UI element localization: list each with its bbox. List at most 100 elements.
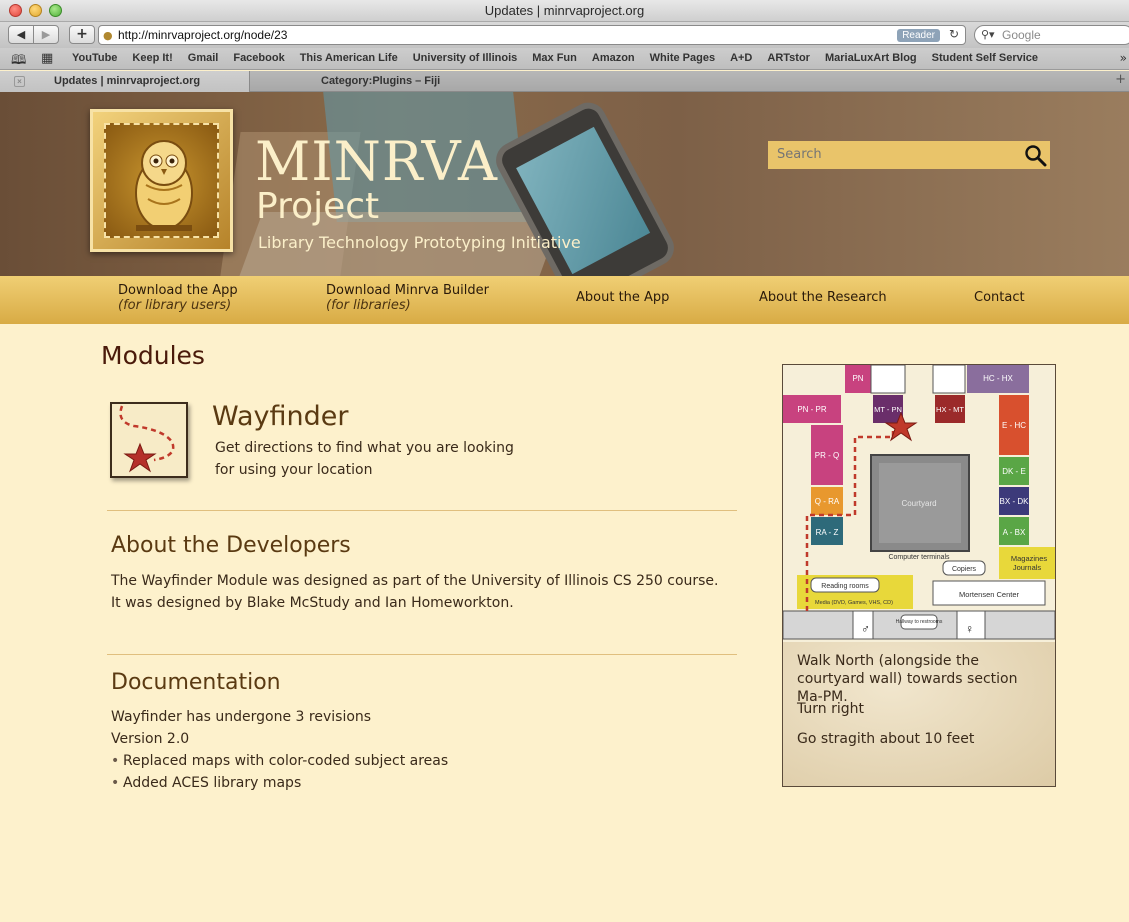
tab-label: Updates | minrvaproject.org [54,75,201,87]
more-bookmarks-icon[interactable]: » [1120,51,1127,65]
nav-sublabel: (for library users) [118,298,232,313]
documentation-bullet: • Added ACES library maps [111,775,302,791]
map-section-label: MT - PN [874,405,902,414]
map-section-label: HC - HX [983,374,1013,383]
directions-panel: Walk North (alongside the courtyard wall… [783,642,1055,786]
top-sites-grid-icon[interactable]: ▦ [41,51,53,66]
bookmark-item[interactable]: Gmail [188,52,219,64]
bookmark-item[interactable]: This American Life [300,52,398,64]
map-section-label: PN - PR [797,405,827,414]
nav-sublabel: (for libraries) [326,298,411,313]
map-section-label: Magazines [1011,554,1048,563]
bookmark-item[interactable]: YouTube [72,52,117,64]
address-bar[interactable]: ● http://minrvaproject.org/node/23 Reade… [98,25,966,45]
back-arrow-icon: ◀ [16,28,26,41]
reading-list-icon[interactable]: 🕮 [11,51,26,73]
map-section-label: HX - MT [936,405,964,414]
tab-bar: × Updates | minrvaproject.org Category:P… [0,71,1129,92]
map-section-label: Q - RA [815,497,840,506]
courtyard-label: Courtyard [901,499,936,508]
bookmark-item[interactable]: ARTstor [767,52,810,64]
bookmark-list: YouTube Keep It! Gmail Facebook This Ame… [72,52,1053,64]
bookmark-item[interactable]: Facebook [233,52,284,64]
mortensen-label: Mortensen Center [959,590,1020,599]
wayfinder-route-icon [119,405,175,473]
wayfinder-thumbnail[interactable] [110,402,188,478]
magnifier-icon: ⚲▾ [981,28,995,41]
nav-download-builder[interactable]: Download Minrva Builder (for libraries) [326,283,489,313]
nav-label: About the Research [759,290,887,305]
reading-rooms-label: Reading rooms [821,583,869,590]
window-title: Updates | minrvaproject.org [484,3,645,18]
hallway-label: Hallway to restrooms [896,619,943,625]
close-tab-icon[interactable]: × [14,76,25,87]
media-label: Media (DVD, Games, VHS, CD) [815,600,893,606]
copiers-label: Copiers [952,566,977,573]
bookmark-item[interactable]: A+D [730,52,752,64]
documentation-heading: Documentation [111,670,281,695]
wayfinder-description: Get directions to find what you are look… [215,440,514,478]
nav-about-app[interactable]: About the App [576,290,669,305]
site-search-box [768,141,1050,169]
tab-plugins-fiji[interactable]: Category:Plugins – Fiji [251,71,501,92]
wayfinder-title[interactable]: Wayfinder [212,401,348,432]
site-header: MINRVA Project Library Technology Protot… [0,92,1129,276]
add-bookmark-button[interactable]: + [69,25,95,44]
library-floor-map: PN HC - HX PN - PR MT - PN HX - MT E - H… [783,365,1055,642]
site-subtitle: Project [256,186,380,227]
bullet-text: Added ACES library maps [123,775,302,791]
reload-icon[interactable]: ↻ [949,27,959,41]
site-logo[interactable] [90,109,233,252]
bookmark-item[interactable]: University of Illinois [413,52,518,64]
map-section-label: PR - Q [815,451,839,460]
documentation-line: Version 2.0 [111,731,190,747]
plus-icon: + [76,26,88,42]
tab-label: Category:Plugins – Fiji [321,75,441,87]
section-divider [107,510,737,511]
map-section-label: A - BX [1003,528,1026,537]
forward-arrow-icon: ▶ [41,28,51,41]
bookmark-item[interactable]: Amazon [592,52,635,64]
forward-button[interactable]: ▶ [33,25,59,44]
bookmark-item[interactable]: Max Fun [532,52,577,64]
nav-contact[interactable]: Contact [974,290,1025,305]
search-icon[interactable] [1023,143,1047,167]
main-nav: Download the App (for library users) Dow… [0,276,1129,324]
nav-download-app[interactable]: Download the App (for library users) [118,283,238,313]
map-section-label: BX - DK [1000,497,1030,506]
nav-label: Download Minrva Builder [326,283,489,298]
documentation-line: Wayfinder has undergone 3 revisions [111,709,372,725]
bullet-text: Replaced maps with color-coded subject a… [123,753,449,769]
bookmarks-bar: 🕮 ▦ YouTube Keep It! Gmail Facebook This… [0,48,1129,70]
back-button[interactable]: ◀ [8,25,34,44]
direction-step: Turn right [797,701,865,717]
window-titlebar: Updates | minrvaproject.org [0,0,1129,22]
restroom-women-icon: ♀ [965,622,974,636]
new-tab-icon[interactable]: + [1115,72,1126,87]
bookmark-item[interactable]: Keep It! [132,52,172,64]
address-url[interactable]: http://minrvaproject.org/node/23 [118,28,287,42]
bookmark-item[interactable]: White Pages [650,52,715,64]
direction-step: Go stragith about 10 feet [797,731,975,747]
reader-button[interactable]: Reader [897,29,940,42]
developers-heading: About the Developers [111,533,351,558]
map-section-label: Journals [1013,563,1042,572]
map-section-label: E - HC [1002,421,1026,430]
bookmark-item[interactable]: MariaLuxArt Blog [825,52,917,64]
site-title[interactable]: MINRVA [255,130,498,193]
browser-search-field[interactable]: ⚲▾ Google [974,25,1129,45]
terminals-label: Computer terminals [888,554,950,561]
page-title: Modules [101,341,205,370]
browser-toolbar: ◀ ▶ + ● http://minrvaproject.org/node/23… [0,22,1129,48]
restroom-men-icon: ♂ [861,622,870,636]
direction-step: Walk North (alongside the courtyard wall… [797,653,1018,705]
section-divider [107,654,737,655]
tab-updates[interactable]: × Updates | minrvaproject.org [0,71,250,92]
nav-about-research[interactable]: About the Research [759,290,887,305]
site-favicon-icon: ● [103,29,113,42]
bookmark-item[interactable]: Student Self Service [932,52,1038,64]
site-tagline: Library Technology Prototyping Initiativ… [258,233,581,252]
map-section-label: PN [852,374,863,383]
map-section-label: DK - E [1002,467,1026,476]
site-search-input[interactable] [777,147,1007,162]
